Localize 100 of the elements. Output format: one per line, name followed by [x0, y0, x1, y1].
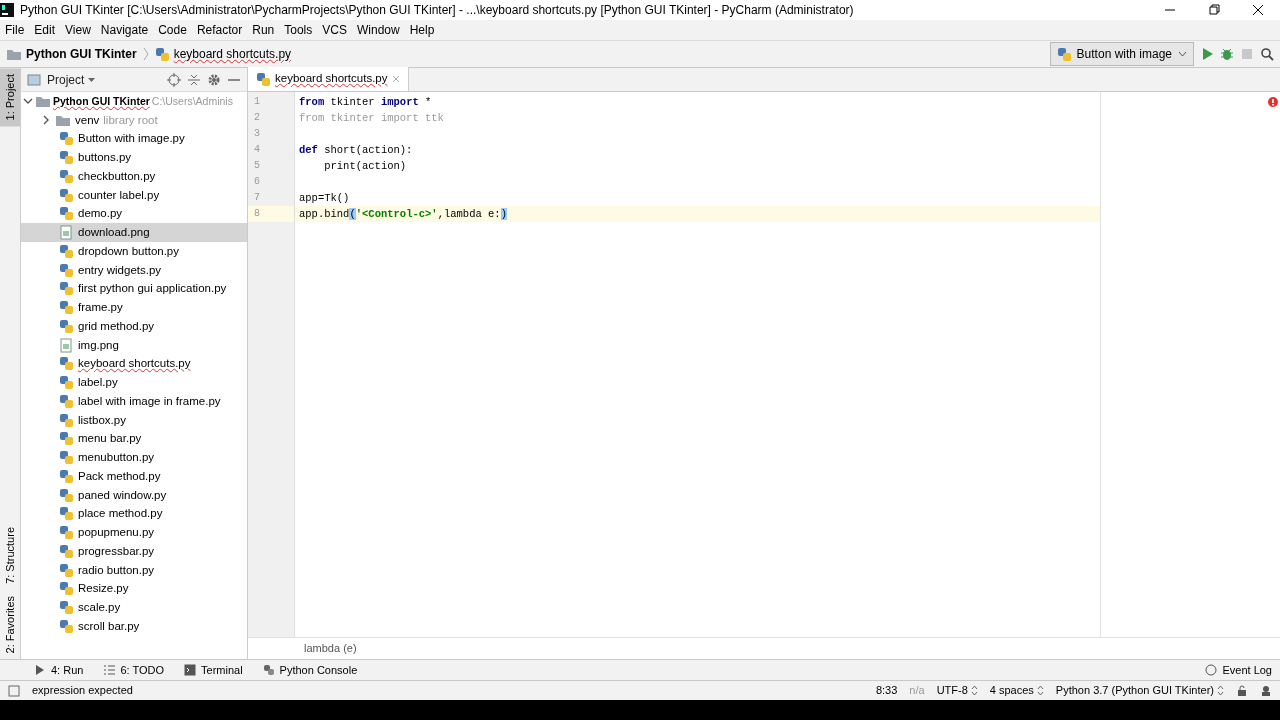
run-icon[interactable]	[1200, 47, 1214, 61]
tool-window-button[interactable]: 4: Run	[26, 661, 92, 679]
code-line: def short(action):	[298, 143, 414, 158]
menu-item[interactable]: View	[60, 21, 96, 39]
breadcrumb-item[interactable]: keyboard shortcuts.py	[154, 45, 292, 63]
project-view-dropdown[interactable]: Project	[47, 70, 97, 89]
tree-item[interactable]: img.png	[21, 335, 247, 355]
python-file-icon	[59, 431, 74, 447]
python-file-icon	[59, 525, 74, 541]
lock-icon[interactable]	[1236, 684, 1248, 697]
tree-item[interactable]: first python gui application.py	[21, 279, 247, 299]
tree-item[interactable]: venv library root	[21, 110, 247, 130]
breadcrumb-item[interactable]: Python GUI TKinter	[6, 45, 137, 63]
tree-item[interactable]: keyboard shortcuts.py	[21, 354, 247, 374]
encoding-selector[interactable]: UTF-8	[936, 682, 978, 699]
tool-window-tab[interactable]: 2: Favorites	[0, 589, 20, 659]
menu-item[interactable]: File	[0, 21, 30, 39]
editor-breadcrumb[interactable]: lambda (e)	[248, 637, 1280, 659]
code-line: app=Tk()	[298, 191, 351, 206]
tree-item[interactable]: grid method.py	[21, 317, 247, 336]
tree-item[interactable]: checkbutton.py	[21, 167, 247, 186]
tree-item[interactable]: scroll bar.py	[21, 617, 247, 636]
tree-item[interactable]: demo.py	[21, 204, 247, 224]
tree-item[interactable]: place method.py	[21, 504, 247, 524]
python-file-icon	[59, 318, 74, 334]
python-file-icon	[59, 262, 74, 278]
run-icon	[34, 664, 46, 676]
python-file-icon	[59, 412, 74, 428]
up-down-icon	[970, 685, 978, 696]
python-file-icon	[59, 562, 74, 578]
python-file-icon	[59, 487, 74, 503]
tree-item[interactable]: Python GUI TKinter C:\Users\Adminis	[21, 92, 247, 111]
python-file-icon	[59, 150, 74, 166]
python-file-icon	[59, 618, 74, 634]
menu-item[interactable]: Refactor	[191, 21, 248, 39]
caret-position[interactable]: 8:33	[875, 682, 898, 699]
tree-item[interactable]: Pack method.py	[21, 467, 247, 486]
tree-item[interactable]: scale.py	[21, 598, 247, 617]
code-line: from tkinter import ttk	[298, 111, 445, 126]
menu-item[interactable]: Tools	[279, 21, 318, 39]
python-file-icon	[59, 468, 74, 484]
tree-item[interactable]: radio button.py	[21, 560, 247, 580]
tree-item[interactable]: buttons.py	[21, 148, 247, 167]
up-down-icon	[1217, 685, 1224, 696]
tree-item[interactable]: menu bar.py	[21, 429, 247, 449]
tree-item[interactable]: entry widgets.py	[21, 260, 247, 280]
run-configuration-dropdown[interactable]: Button with image	[1049, 42, 1194, 66]
python-file-icon	[59, 356, 74, 372]
tree-item[interactable]: paned window.py	[21, 485, 247, 505]
tree-item[interactable]: dropdown button.py	[21, 242, 247, 261]
menu-item[interactable]: Help	[404, 21, 440, 39]
tree-item[interactable]: download.png	[21, 223, 247, 242]
python-file-icon	[256, 71, 271, 87]
tool-window-button[interactable]: Python Console	[254, 661, 366, 679]
python-icon	[1056, 47, 1071, 61]
line-number: 1	[253, 95, 261, 109]
tree-item[interactable]: listbox.py	[21, 410, 247, 430]
python-file-icon	[59, 393, 74, 409]
indent-selector[interactable]: 4 spaces	[989, 682, 1044, 699]
line-number: 2	[253, 111, 261, 125]
interpreter-selector[interactable]: Python 3.7 (Python GUI TKinter)	[1055, 682, 1224, 699]
tree-item[interactable]: popupmenu.py	[21, 523, 247, 542]
tool-window-tab[interactable]: 7: Structure	[0, 520, 20, 590]
tree-item[interactable]: Resize.py	[21, 579, 247, 599]
tree-item[interactable]: label with image in frame.py	[21, 392, 247, 411]
menu-item[interactable]: Window	[351, 21, 405, 39]
python-file-icon	[59, 206, 74, 222]
python-file-icon	[59, 375, 74, 391]
python-file-icon	[59, 243, 74, 259]
menu-item[interactable]: Edit	[29, 21, 61, 39]
tree-item[interactable]: progressbar.py	[21, 542, 247, 561]
menu-item[interactable]: Navigate	[95, 21, 154, 39]
line-number: 5	[253, 159, 261, 173]
python-file-icon	[154, 46, 170, 62]
event-log-button[interactable]: Event Log	[1197, 661, 1280, 679]
bug-icon[interactable]	[1220, 47, 1234, 61]
settings-icon[interactable]	[207, 72, 221, 87]
tree-item[interactable]: menubutton.py	[21, 448, 247, 467]
tool-window-tab[interactable]: 1: Project	[0, 68, 20, 127]
python-file-icon	[59, 131, 74, 147]
panel-icon	[27, 73, 41, 86]
window-title: Python GUI TKinter [C:\Users\Administrator\PycharmProjects\Python GUI TKinter] - ...\keyboard shortcuts.py [Python GUI TKinter] - PyCharm (Administrator)	[20, 2, 854, 19]
tree-item[interactable]: Button with image.py	[21, 129, 247, 149]
python-icon	[262, 664, 275, 676]
menu-item[interactable]: Run	[247, 21, 280, 39]
locate-icon[interactable]	[167, 72, 181, 87]
panel-toggle-icon[interactable]	[8, 684, 20, 697]
image-file-icon	[59, 337, 74, 353]
tree-item[interactable]: counter label.py	[21, 185, 247, 205]
menu-item[interactable]: VCS	[317, 21, 352, 39]
chevron-right-icon	[41, 115, 51, 126]
line-number: 4	[253, 143, 261, 157]
collapse-icon[interactable]	[187, 72, 201, 87]
menu-item[interactable]: Code	[153, 21, 192, 39]
tree-item[interactable]: frame.py	[21, 298, 247, 317]
tool-window-button[interactable]: Terminal	[176, 661, 251, 679]
tree-item[interactable]: label.py	[21, 373, 247, 392]
editor-tab[interactable]: keyboard shortcuts.py	[248, 67, 409, 91]
search-icon[interactable]	[1260, 47, 1274, 61]
tool-window-button[interactable]: 6: TODO	[95, 661, 173, 679]
